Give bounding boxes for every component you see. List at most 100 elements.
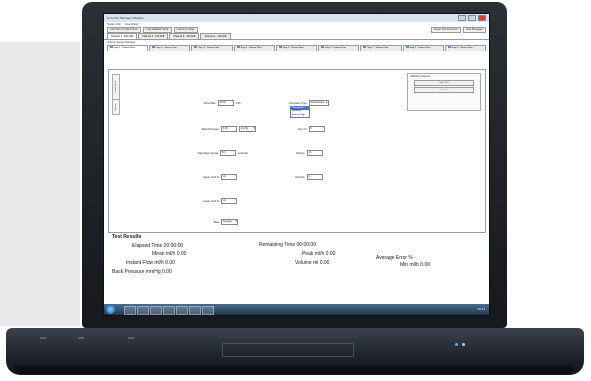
tab-step-1[interactable]: Step 1 - Volume Flow	[107, 45, 149, 51]
occlusion-type-select[interactable]: Downstream	[308, 100, 329, 106]
tab-channel-2[interactable]: Channel 2 - 100 AVE	[138, 33, 169, 39]
taskbar: 10:14	[104, 304, 489, 315]
flow-rate-input[interactable]: 20.00	[217, 100, 234, 106]
taskbar-item[interactable]	[137, 306, 149, 315]
pressure-unit-select[interactable]: mmHg	[238, 126, 256, 132]
results-title: Test Results	[112, 234, 142, 240]
laptop-base-edge	[14, 366, 574, 374]
step-panel: Test Method Custom Flow Rate 20.00 ml/h …	[108, 69, 486, 233]
test-results-panel: Test Results Elapsed Time 00:00:00 Remai…	[108, 233, 484, 290]
volume-input[interactable]: 10	[306, 150, 323, 156]
upper-limit-input[interactable]: 10	[221, 174, 238, 180]
back-pressure-result: Back Pressure mmHg 0.00	[112, 269, 172, 275]
start-test-button[interactable]: Start Test	[414, 80, 474, 86]
step-icon	[278, 46, 282, 49]
step-tab-label: Step 7 - Volume Flow	[367, 47, 389, 49]
num-field: Num % 0	[298, 126, 325, 132]
tab-channel-1[interactable]: Channel 1 - 100 AVE	[107, 33, 138, 39]
close-button[interactable]	[478, 15, 486, 21]
tab-step-9[interactable]: Step 9 - Volume Flow	[444, 45, 486, 51]
step-tab-label: Step 5 - Volume Flow	[282, 47, 304, 49]
occlude-input[interactable]: 0	[306, 174, 323, 180]
step-icon	[236, 46, 240, 49]
field-label: Num %	[298, 127, 307, 131]
step-icon	[152, 46, 156, 49]
tab-step-7[interactable]: Step 7 - Volume Flow	[360, 45, 402, 51]
tab-channel-4[interactable]: Channel 4 - 100 AVE	[200, 33, 231, 39]
lower-limit-input[interactable]: 10	[221, 198, 238, 204]
taskbar-item[interactable]	[189, 306, 201, 315]
back-pressure-input[interactable]: 0.00	[220, 126, 237, 132]
backdrop-panel	[0, 42, 80, 326]
step-icon	[405, 46, 409, 49]
taskbar-clock: 10:14	[477, 307, 485, 311]
min-flow: Min ml/h 0.00	[400, 262, 431, 268]
instant-flow: Instant Flow ml/h 0.00	[126, 260, 175, 266]
start-button[interactable]	[106, 305, 115, 314]
step-icon	[363, 46, 367, 49]
stop-test-button[interactable]: Stop Test	[414, 87, 474, 93]
window-titlebar: D-Vu Pro Manager Window	[104, 14, 489, 22]
menu-item[interactable]: System Info	[107, 23, 121, 26]
menu-item[interactable]: View (View)	[125, 23, 139, 26]
step-icon	[110, 46, 113, 49]
validation-panel: Validation Channel Start Test Stop Test	[407, 73, 481, 111]
field-label: Volume	[296, 151, 305, 155]
step-icon	[447, 46, 451, 49]
step-tab-label: Step 6 - Volume Flow	[325, 47, 346, 49]
lower-limit-field: Lower Limit % 10	[203, 198, 238, 204]
status-led	[462, 343, 465, 346]
clear-messages-button[interactable]: Clear Messages	[462, 27, 486, 33]
bias-select[interactable]: Average	[221, 219, 239, 225]
export-document-button[interactable]: Export Test Document	[431, 27, 461, 33]
step-tab-label: Step 3 - Volume Flow	[198, 47, 220, 49]
step-tab-label: Step 9 - Volume Flow	[451, 47, 473, 49]
taskbar-item[interactable]	[202, 306, 214, 315]
field-label: Occlude	[295, 175, 305, 179]
sampling-interval-field: Sampling Interval 30 seconds	[198, 150, 248, 156]
step-icon	[194, 46, 198, 49]
step-tab-label: Step 8 - Volume Flow	[409, 47, 431, 49]
field-label: Occlusion Type	[289, 101, 307, 105]
taskbar-item[interactable]	[176, 306, 188, 315]
panel-header: Validation Channel	[410, 75, 430, 78]
minimize-button[interactable]	[458, 15, 466, 21]
field-label: Upper Limit %	[203, 175, 220, 179]
vertical-tab-custom[interactable]: Custom	[112, 99, 120, 115]
field-label: Lower Limit %	[203, 199, 220, 203]
flow-rate-field: Flow Rate 20.00 ml/h	[204, 100, 241, 106]
tab-step-5[interactable]: Step 5 - Volume Flow	[275, 45, 318, 51]
step-tab-label: Step 2 - Secure Time	[156, 47, 177, 49]
maximize-button[interactable]	[468, 15, 476, 21]
tab-step-8[interactable]: Step 8 - Volume Flow	[402, 45, 444, 51]
tab-step-2[interactable]: Step 2 - Secure Time	[149, 45, 191, 51]
tab-step-6[interactable]: Step 6 - Volume Flow	[318, 45, 360, 51]
step-tab-label: Step 4 - Volume Flow	[240, 47, 262, 49]
port-label	[40, 337, 46, 339]
step-tab-label: Step 1 - Volume Flow	[114, 47, 135, 49]
upper-limit-field: Upper Limit % 10	[203, 174, 238, 180]
back-pressure-field: Back Pressure 0.00 mmHg	[202, 126, 256, 132]
num-input[interactable]: 0	[308, 126, 325, 132]
remaining-time: Remaining Time 00:00:00	[259, 242, 316, 248]
taskbar-item[interactable]	[163, 306, 175, 315]
field-label: Sampling Interval	[198, 151, 219, 155]
mean-flow: Mean ml/h 0.00	[152, 251, 187, 257]
tab-channel-3[interactable]: Channel 3 - 100 AVE	[169, 33, 200, 39]
dropdown-option[interactable]: Infusion Stop	[291, 114, 309, 117]
taskbar-item[interactable]	[124, 306, 136, 315]
vertical-tab-test-method[interactable]: Test Method	[112, 74, 120, 100]
taskbar-item[interactable]	[150, 306, 162, 315]
channel-tab-bar: Channel 1 - 100 AVE Channel 2 - 100 AVE …	[104, 33, 489, 40]
step-tab-bar: Step 1 - Volume Flow Step 2 - Secure Tim…	[104, 45, 489, 51]
port-label	[78, 337, 84, 339]
step-icon	[321, 46, 325, 49]
peak-flow: Peak ml/h 0.00	[302, 251, 336, 257]
bias-field: Bias Average	[214, 219, 239, 225]
field-label: Bias	[214, 220, 220, 224]
tab-step-3[interactable]: Step 3 - Volume Flow	[191, 45, 233, 51]
tab-step-4[interactable]: Step 4 - Volume Flow	[233, 45, 275, 51]
sampling-interval-input[interactable]: 30	[220, 150, 237, 156]
average-error: Average Error % -	[376, 255, 416, 261]
laptop-screen: D-Vu Pro Manager Window System Info View…	[103, 13, 490, 316]
